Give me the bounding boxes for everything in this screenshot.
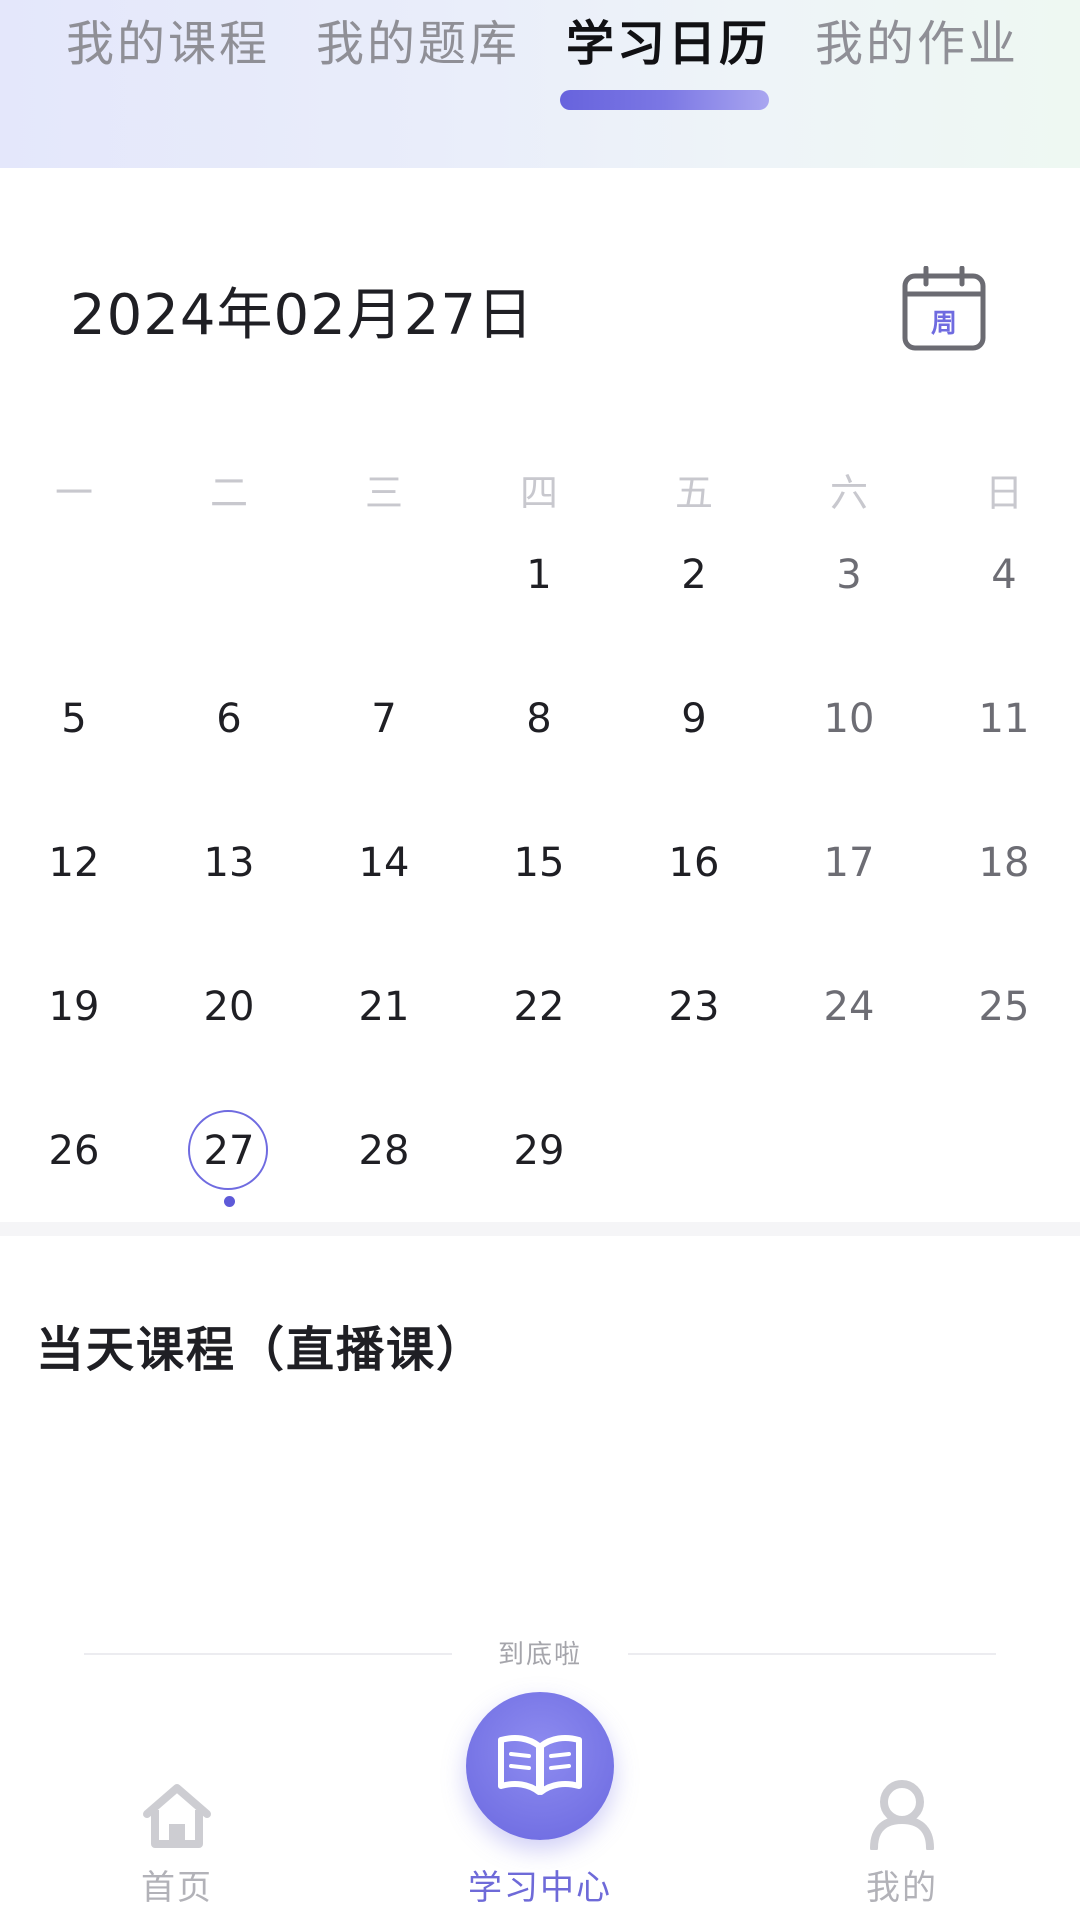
- weekday-header: 五: [674, 471, 713, 515]
- calendar-day[interactable]: 6: [169, 684, 289, 754]
- tab-my-courses[interactable]: 我的课程: [66, 4, 270, 84]
- nav-mine[interactable]: 我的: [802, 1780, 1002, 1910]
- calendar-day[interactable]: 22: [479, 972, 599, 1042]
- weekday-header: 一: [54, 471, 93, 515]
- calendar-day[interactable]: 15: [479, 828, 599, 898]
- tab-study-calendar[interactable]: 学习日历: [566, 4, 770, 84]
- calendar-icon: 周: [902, 265, 986, 351]
- calendar-day[interactable]: 8: [479, 684, 599, 754]
- calendar-day[interactable]: 20: [169, 972, 289, 1042]
- home-icon: [143, 1784, 211, 1848]
- weekday-header: 三: [364, 471, 403, 515]
- calendar-day[interactable]: 7: [324, 684, 444, 754]
- tab-my-homework[interactable]: 我的作业: [815, 4, 1019, 84]
- nav-study-center-button[interactable]: [466, 1692, 614, 1840]
- tab-my-question-bank[interactable]: 我的题库: [316, 4, 520, 84]
- calendar-day-selected[interactable]: 27: [169, 1110, 289, 1190]
- end-divider-right: [628, 1653, 996, 1655]
- active-tab-indicator: [560, 90, 769, 110]
- calendar-day[interactable]: 19: [14, 972, 134, 1042]
- calendar-day[interactable]: 12: [14, 828, 134, 898]
- weekday-header: 二: [209, 471, 248, 515]
- nav-study-center-label[interactable]: 学习中心: [430, 1860, 650, 1909]
- top-tab-bar: 我的课程 我的题库 学习日历 我的作业: [0, 0, 1080, 168]
- live-course-section-title: 当天课程（直播课）: [36, 1322, 487, 1378]
- calendar-day[interactable]: 17: [789, 828, 909, 898]
- end-divider-left: [84, 1653, 452, 1655]
- weekday-header: 四: [519, 471, 558, 515]
- calendar-day[interactable]: 16: [634, 828, 754, 898]
- nav-home[interactable]: 首页: [77, 1780, 277, 1910]
- nav-mine-label: 我的: [866, 1868, 938, 1908]
- open-book-icon: [498, 1735, 582, 1795]
- weekday-header: 六: [829, 471, 868, 515]
- section-divider: [0, 1222, 1080, 1236]
- calendar-day[interactable]: 2: [634, 540, 754, 610]
- calendar-day[interactable]: 13: [169, 828, 289, 898]
- calendar-day[interactable]: 28: [324, 1116, 444, 1186]
- calendar-day[interactable]: 24: [789, 972, 909, 1042]
- week-view-toggle-button[interactable]: 周: [902, 265, 986, 352]
- calendar-day[interactable]: 18: [944, 828, 1064, 898]
- calendar-day[interactable]: 4: [944, 540, 1064, 610]
- calendar-day[interactable]: 25: [944, 972, 1064, 1042]
- end-of-list-text: 到底啦: [497, 1640, 582, 1670]
- nav-home-label: 首页: [141, 1868, 213, 1908]
- calendar-day[interactable]: 29: [479, 1116, 599, 1186]
- calendar-day[interactable]: 3: [789, 540, 909, 610]
- calendar-day[interactable]: 21: [324, 972, 444, 1042]
- selected-date-title: 2024年02月27日: [70, 283, 535, 348]
- calendar-day[interactable]: 11: [944, 684, 1064, 754]
- calendar-day[interactable]: 10: [789, 684, 909, 754]
- event-indicator-dot: [224, 1196, 235, 1207]
- user-icon: [870, 1780, 934, 1850]
- calendar-day[interactable]: 23: [634, 972, 754, 1042]
- calendar-day[interactable]: 5: [14, 684, 134, 754]
- calendar-day[interactable]: 14: [324, 828, 444, 898]
- calendar-day[interactable]: 9: [634, 684, 754, 754]
- calendar-day[interactable]: 26: [14, 1116, 134, 1186]
- weekday-header: 日: [984, 471, 1023, 515]
- calendar-day[interactable]: 1: [479, 540, 599, 610]
- week-toggle-label: 周: [931, 309, 957, 339]
